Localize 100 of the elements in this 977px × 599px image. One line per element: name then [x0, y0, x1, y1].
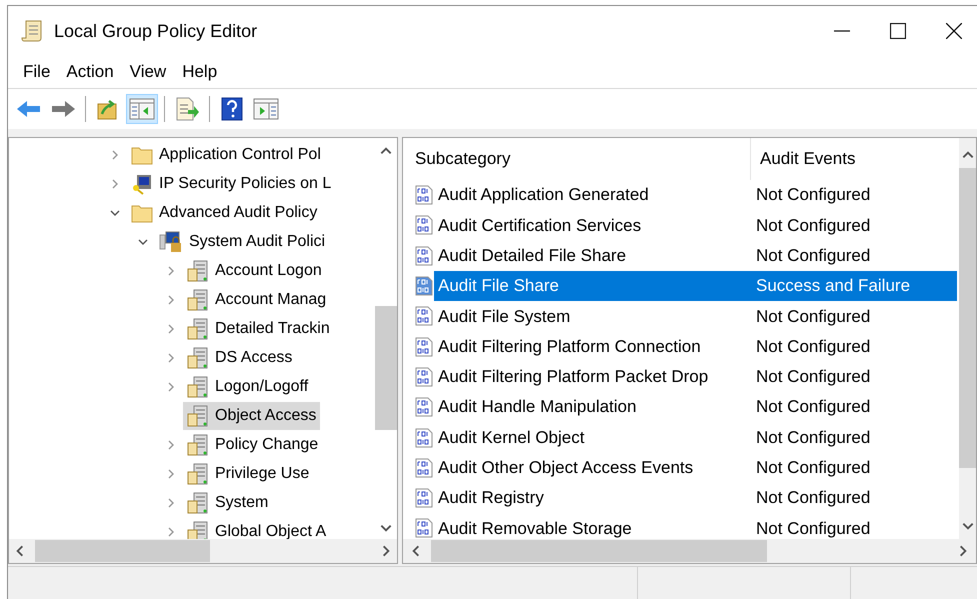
window-title: Local Group Policy Editor [54, 20, 258, 43]
computer-key-icon [131, 172, 153, 194]
table-row[interactable]: Audit Application Generated Not Configured [434, 180, 957, 210]
scrollbar-thumb[interactable] [375, 306, 397, 430]
computer-lock-icon [159, 230, 183, 252]
table-row[interactable]: Audit Filtering Platform Packet Drop Not Configured [434, 362, 957, 392]
server-icon [187, 346, 209, 368]
table-cell-text: Not Configured [756, 518, 870, 539]
table-row[interactable]: Audit Removable Storage Not Configured [434, 513, 957, 539]
folder-icon [131, 202, 153, 222]
binary-document-icon [414, 366, 434, 387]
tree-item[interactable]: System [183, 488, 272, 516]
menu-item[interactable]: View [122, 59, 174, 85]
table-cell-text: Audit File System [438, 306, 572, 328]
table-cell-text: Not Configured [756, 426, 870, 449]
server-icon [187, 376, 209, 398]
scroll-document-icon [21, 19, 43, 43]
show-tree-button[interactable] [126, 94, 158, 124]
table-cell-text: Not Configured [756, 457, 870, 480]
tree-item[interactable]: IP Security Policies on L [127, 170, 336, 198]
table-cell-text: Not Configured [756, 214, 870, 237]
tree-item[interactable]: Logon/Logoff [183, 372, 312, 400]
server-icon [187, 260, 209, 282]
table-row[interactable]: Audit Certification Services Not Configured [434, 210, 957, 240]
table-cell-text: Audit Other Object Access Events [438, 457, 694, 480]
tree-item-label: Object Access [215, 406, 316, 426]
table-cell-text: Not Configured [756, 184, 870, 206]
table-cell-text: Not Configured [756, 366, 870, 388]
menu-item[interactable]: File [15, 59, 58, 85]
server-icon [187, 318, 209, 340]
minimize-icon [834, 30, 850, 32]
server-icon [187, 434, 209, 456]
binary-document-icon [414, 336, 434, 357]
table-row[interactable]: Audit Filtering Platform Connection Not Configured [434, 332, 957, 362]
tree-item[interactable]: Application Control Pol [127, 140, 325, 168]
table-cell-text: Audit Removable Storage [438, 518, 633, 539]
binary-document-icon [414, 488, 434, 508]
table-cell-text: Audit Detailed File Share [438, 244, 628, 267]
table-row[interactable]: Audit Registry Not Configured [434, 483, 957, 514]
binary-document-icon [414, 276, 434, 296]
binary-document-icon [414, 306, 434, 326]
tree-item-label: System [215, 492, 268, 512]
tree-item-label: Logon/Logoff [215, 376, 308, 396]
tree-item[interactable]: DS Access [183, 344, 296, 372]
table-row[interactable]: Audit File System Not Configured [434, 301, 957, 332]
tree-item[interactable]: Policy Change [183, 430, 322, 458]
tree-item-label: DS Access [215, 348, 292, 368]
table-cell-text: Audit Registry [438, 487, 545, 510]
menu-item[interactable]: Action [58, 59, 122, 85]
table-cell-text: Not Configured [756, 487, 870, 510]
binary-document-icon [414, 246, 434, 266]
tree-item-label: Detailed Trackin [215, 318, 330, 338]
table-row[interactable]: Audit Detailed File Share Not Configured [434, 240, 957, 271]
table-row[interactable]: Audit Handle Manipulation Not Configured [434, 392, 957, 422]
close-icon [946, 23, 962, 39]
tree-item-label: Application Control Pol [159, 144, 321, 164]
table-cell-text: Not Configured [756, 396, 870, 418]
table-cell-text: Audit Kernel Object [438, 426, 586, 449]
tree-item-label: Policy Change [215, 434, 318, 454]
tree-item-label: System Audit Polici [189, 232, 326, 252]
table-cell-text: Audit Filtering Platform Connection [438, 336, 702, 358]
binary-document-icon [414, 458, 434, 478]
server-icon [187, 492, 209, 514]
table-cell-text: Not Configured [756, 306, 870, 328]
tree-item-label: IP Security Policies on L [159, 174, 332, 194]
tree-item[interactable]: Object Access [183, 402, 320, 430]
table-cell-text: Audit Certification Services [438, 214, 642, 237]
tree-item-label: Privilege Use [215, 464, 310, 484]
table-row[interactable]: Audit Kernel Object Not Configured [434, 422, 957, 453]
table-cell-text: Success and Failure [756, 275, 910, 298]
tree-item-label: Account Logon [215, 260, 322, 280]
scrollbar-thumb[interactable] [431, 540, 767, 562]
table-cell-text: Audit Filtering Platform Packet Drop [438, 366, 710, 388]
table-cell-text: Audit Handle Manipulation [438, 396, 638, 418]
tree-item[interactable]: Detailed Trackin [183, 314, 334, 342]
tree-item-label: Account Manag [215, 290, 326, 310]
binary-document-icon [414, 518, 434, 538]
table-cell-text: Audit Application Generated [438, 184, 650, 206]
scrollbar-thumb[interactable] [35, 540, 210, 562]
column-header[interactable]: Subcategory [403, 138, 751, 180]
server-icon [187, 404, 209, 426]
table-row[interactable]: Audit Other Object Access Events Not Configured [434, 452, 957, 483]
server-icon [187, 288, 209, 310]
binary-document-icon [414, 397, 434, 418]
scrollbar-thumb[interactable] [959, 168, 976, 468]
tree-item-label: Advanced Audit Policy [159, 202, 318, 222]
tree-item[interactable]: System Audit Polici [155, 228, 330, 256]
column-header[interactable]: Audit Events [751, 138, 959, 180]
binary-document-icon [414, 215, 434, 236]
table-cell-text: Not Configured [756, 244, 870, 267]
binary-document-icon [414, 185, 434, 206]
table-row[interactable]: Audit File Share Success and Failure [434, 271, 957, 302]
tree-item-label: Global Object A [215, 522, 326, 539]
tree-item[interactable]: Privilege Use [183, 460, 314, 488]
tree-item[interactable]: Account Manag [183, 286, 330, 314]
menu-item[interactable]: Help [174, 59, 226, 85]
tree-item[interactable]: Account Logon [183, 256, 326, 284]
binary-document-icon [414, 428, 434, 448]
tree-item[interactable]: Advanced Audit Policy [127, 198, 322, 226]
maximize-icon [890, 23, 906, 39]
